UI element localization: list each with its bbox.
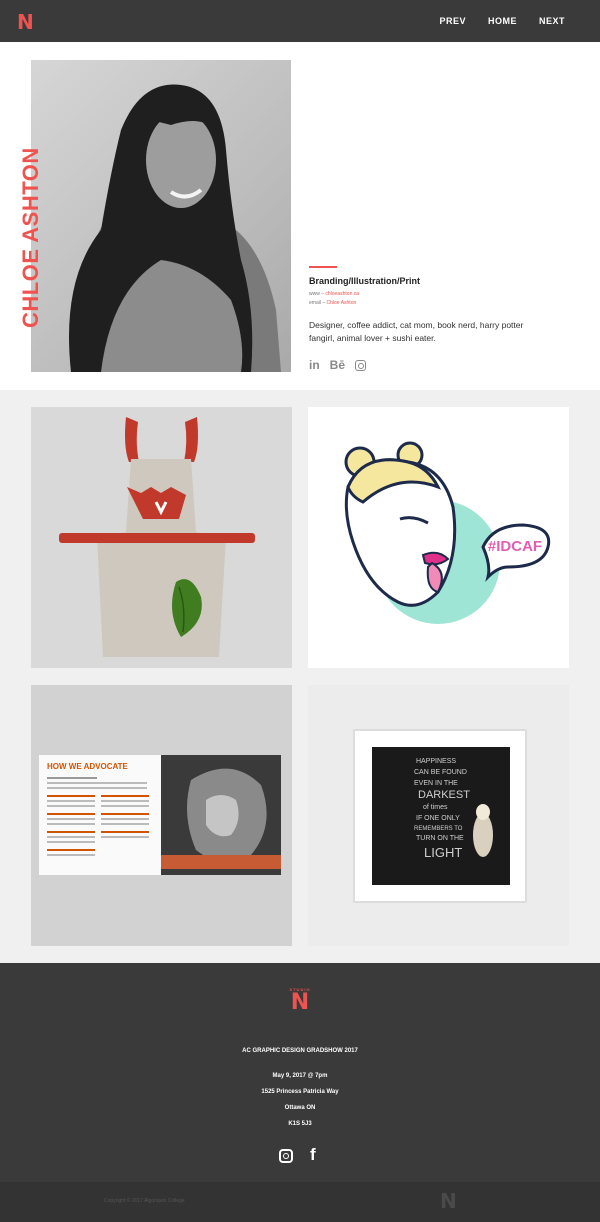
instagram-lens (283, 1153, 289, 1159)
top-bar: N PREV HOME NEXT (0, 0, 600, 42)
linkedin-icon[interactable]: in (309, 358, 320, 372)
subfooter-logo[interactable]: N (440, 1189, 457, 1213)
poster-line-6: IF ONE ONLY (416, 815, 460, 822)
illustration-hashtag: #IDCAF (488, 538, 542, 555)
nav-next-link[interactable]: NEXT (539, 16, 565, 26)
poster-line-1: HAPPINESS (416, 758, 456, 765)
nav-prev-link[interactable]: PREV (439, 16, 466, 26)
brochure-heading: HOW WE ADVOCATE (47, 762, 129, 771)
poster-line-9: LIGHT (424, 845, 462, 860)
email-row: email – Chloe Ashton (309, 299, 549, 308)
accent-rule (309, 266, 337, 268)
site-footer: STUDIO N AC GRAPHIC DESIGN GRADSHOW 2017… (0, 963, 600, 1182)
portrait-photo (31, 60, 291, 372)
website-row: www – chloeashton.ca (309, 290, 549, 299)
gallery-tile-poster[interactable]: HAPPINESS CAN BE FOUND EVEN IN THE DARKE… (308, 685, 569, 946)
poster-line-8: TURN ON THE (416, 835, 464, 842)
footer-facebook-icon[interactable]: f (310, 1145, 316, 1165)
poster-illustration: HAPPINESS CAN BE FOUND EVEN IN THE DARKE… (353, 729, 527, 903)
portrait-illustration (69, 84, 281, 372)
event-postal: K1S 5J3 (288, 1121, 312, 1127)
sub-footer: Copyright © 2017 Algonquin College N (0, 1182, 600, 1222)
event-title: AC GRAPHIC DESIGN GRADSHOW 2017 (242, 1048, 358, 1054)
face-illustration: #IDCAF (344, 441, 551, 624)
main-nav: PREV HOME NEXT (439, 16, 565, 26)
brochure-illustration: HOW WE ADVOCATE (39, 755, 281, 875)
footer-logo[interactable]: STUDIO N (0, 987, 600, 1015)
designer-name: CHLOE ASHTON (18, 147, 43, 328)
poster-line-3: EVEN IN THE (414, 780, 458, 787)
instagram-icon[interactable] (355, 359, 367, 371)
event-city: Ottawa ON (284, 1105, 316, 1111)
footer-instagram-icon[interactable] (279, 1149, 293, 1163)
discipline-title: Branding/Illustration/Print (309, 276, 421, 286)
vertical-name: CHLOE ASHTON (18, 78, 43, 328)
email-label: email – (309, 300, 326, 306)
poster-line-2: CAN BE FOUND (414, 769, 467, 776)
footer-logo-n: N (290, 990, 310, 1015)
studio-logo[interactable]: N (17, 10, 34, 34)
behance-icon[interactable]: Bē (330, 358, 345, 372)
website-link[interactable]: chloeashton.ca (325, 291, 359, 297)
poster-line-4: DARKEST (418, 789, 470, 801)
social-links: in Bē (309, 358, 549, 372)
poster-line-7: REMEMBERS TO (414, 826, 463, 832)
website-label: www – (309, 291, 325, 297)
gallery-tile-apron[interactable] (31, 407, 292, 668)
bio-text: Designer, coffee addict, cat mom, book n… (309, 320, 524, 343)
nav-home-link[interactable]: HOME (488, 16, 517, 26)
gallery-tile-illustration[interactable]: #IDCAF (308, 407, 569, 668)
copyright-text: Copyright © 2017 Algonquin College (104, 1198, 185, 1204)
apron-illustration (59, 417, 255, 657)
gallery-tile-brochure[interactable]: HOW WE ADVOCATE (31, 685, 292, 946)
poster-line-5: of times (423, 804, 448, 811)
email-link[interactable]: Chloe Ashton (327, 300, 357, 306)
event-date: May 9, 2017 @ 7pm (272, 1073, 328, 1079)
profile-section: CHLOE ASHTON Branding/Illustration/Print… (0, 42, 600, 390)
profile-info: Branding/Illustration/Print www – chloea… (309, 266, 549, 372)
event-address: 1525 Princess Patricia Way (261, 1089, 339, 1095)
